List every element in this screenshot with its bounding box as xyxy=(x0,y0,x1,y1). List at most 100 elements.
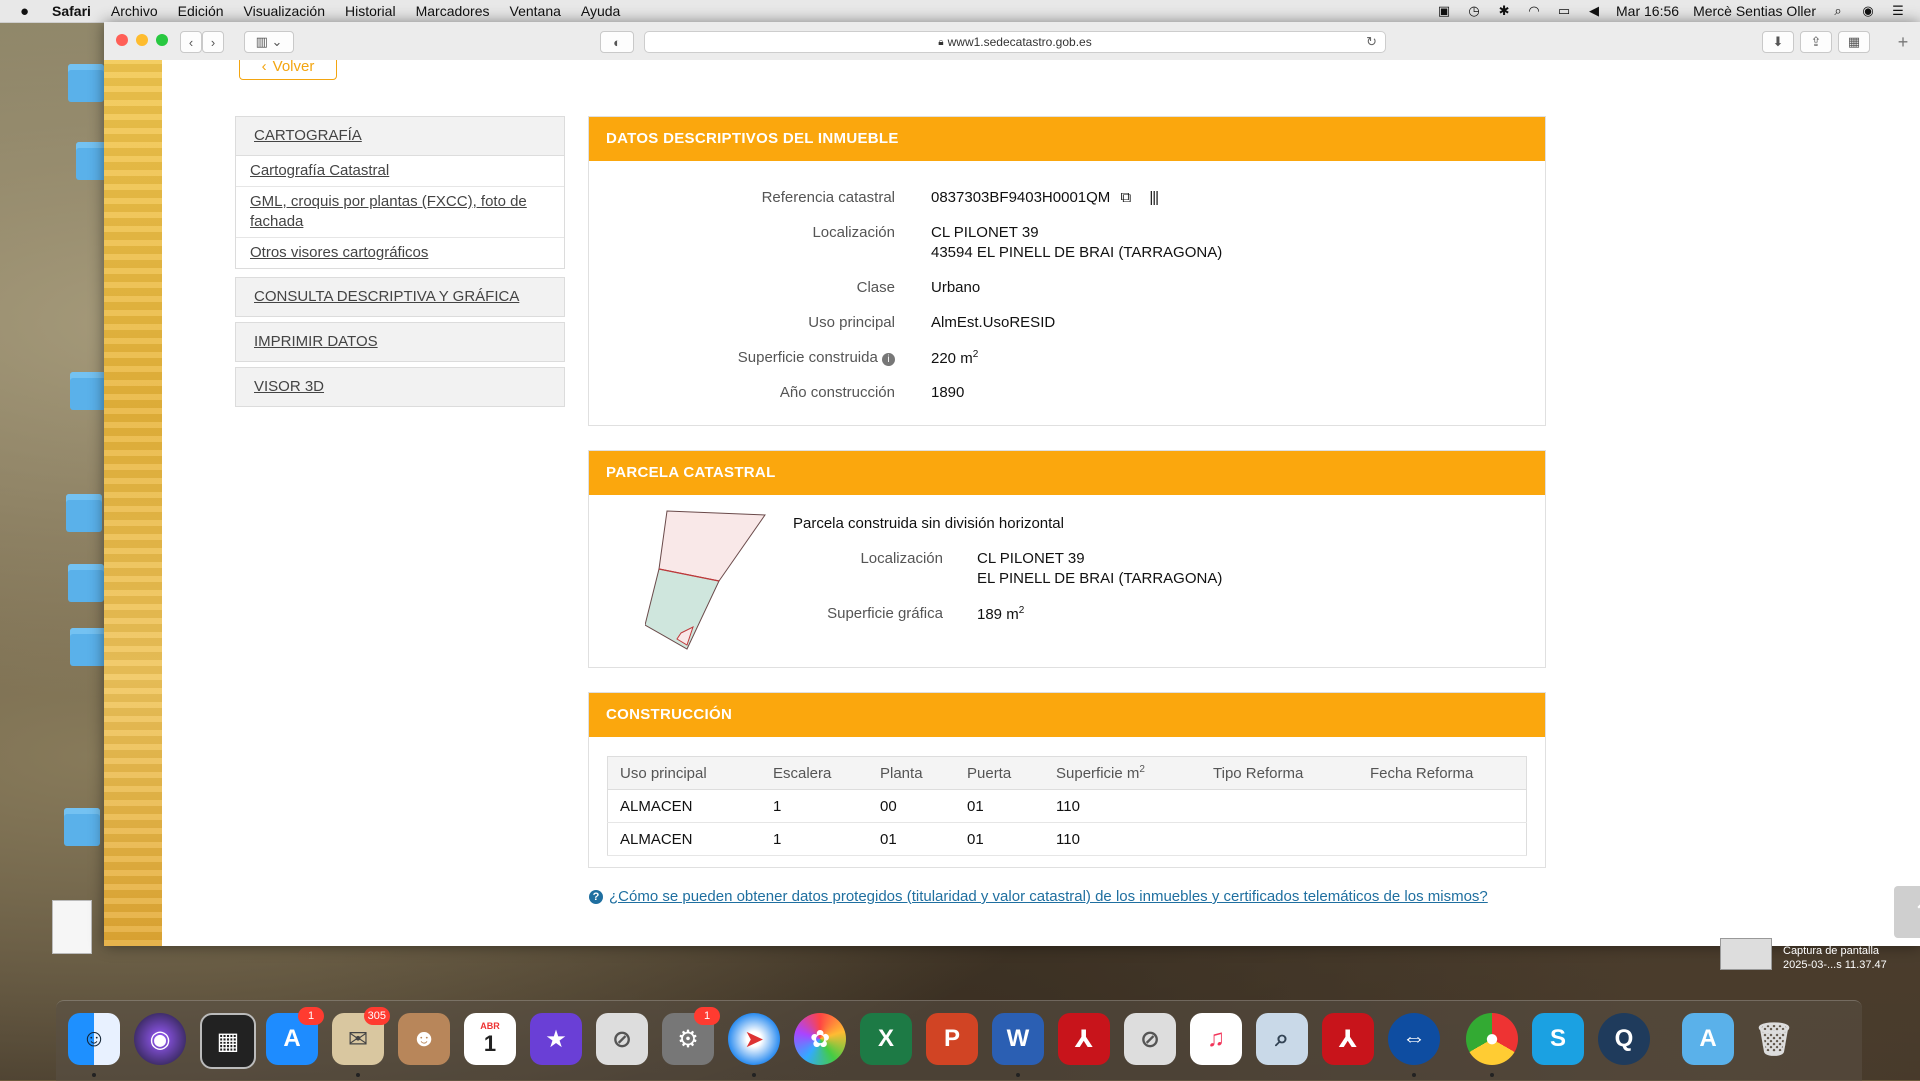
dock-powerpoint-icon[interactable]: P xyxy=(926,1013,978,1065)
dock-trash-icon[interactable]: 🗑︎ xyxy=(1748,1013,1800,1065)
cell-uso: ALMACEN xyxy=(607,789,761,823)
copy-icon[interactable]: ⧉ xyxy=(1120,189,1131,206)
desktop-folder[interactable] xyxy=(70,372,106,410)
dock-safari-icon[interactable]: ➤ xyxy=(728,1013,780,1077)
parcel-upper-area xyxy=(658,510,766,582)
minimize-window-button[interactable] xyxy=(136,34,148,46)
menu-marcadores[interactable]: Marcadores xyxy=(416,3,490,19)
browser-toolbar: ‹ › ▥ ⌄ ◐ 🔒︎ www1.sedecatastro.gob.es ↻ … xyxy=(104,22,1920,61)
running-indicator xyxy=(1412,1073,1416,1077)
dock-blocked-app-icon[interactable]: ⊘ xyxy=(596,1013,648,1065)
zoom-window-button[interactable] xyxy=(156,34,168,46)
dock-quicktime-icon[interactable]: Q xyxy=(1598,1013,1650,1065)
screen-mirror-icon[interactable]: ▣ xyxy=(1436,4,1452,18)
wifi-icon[interactable]: ◠ xyxy=(1526,4,1542,18)
dock-siri-icon[interactable]: ◉ xyxy=(134,1013,186,1065)
tab-overview-button[interactable]: ▦ xyxy=(1838,31,1870,53)
new-tab-button[interactable]: + xyxy=(1892,32,1914,52)
share-button[interactable]: ⇪ xyxy=(1800,31,1832,53)
dock: ☺ ◉ ▦ A1 ✉ 305 ☻ ABR 1 ★ ⊘ ⚙ 1 ➤ ✿ X P W ⅄… xyxy=(56,1000,1862,1081)
info-icon[interactable]: i xyxy=(882,353,895,366)
menu-clock[interactable]: Mar 16:56 xyxy=(1616,3,1679,19)
desktop-folder[interactable] xyxy=(68,64,104,102)
dock-system-preferences-icon[interactable]: ⚙ 1 xyxy=(662,1007,720,1065)
desktop-folder[interactable] xyxy=(70,628,106,666)
running-indicator xyxy=(356,1073,360,1077)
reload-icon[interactable]: ↻ xyxy=(1366,34,1377,50)
forward-button[interactable]: › xyxy=(202,31,224,53)
link-imprimir-datos[interactable]: IMPRIMIR DATOS xyxy=(236,323,564,361)
dock-acrobat-icon[interactable]: ⅄ xyxy=(1058,1013,1110,1065)
dock-skype-icon[interactable]: S xyxy=(1532,1013,1584,1065)
screenshot-file-label[interactable]: Captura de pantalla 2025-03-...s 11.37.4… xyxy=(1783,944,1887,972)
cartografia-heading[interactable]: CARTOGRAFÍA xyxy=(236,117,564,155)
siri-icon[interactable]: ◉ xyxy=(1860,4,1876,18)
address-bar[interactable]: 🔒︎ www1.sedecatastro.gob.es ↻ xyxy=(644,31,1386,53)
dock-photos-icon[interactable]: ✿ xyxy=(794,1013,846,1065)
dock-mail-icon[interactable]: ✉ 305 xyxy=(332,1007,390,1077)
link-gml-croquis[interactable]: GML, croquis por plantas (FXCC), foto de… xyxy=(236,187,564,238)
dock-word-icon[interactable]: W xyxy=(992,1013,1044,1077)
anio-value: 1890 xyxy=(931,384,965,401)
bluetooth-icon[interactable]: ✱ xyxy=(1496,4,1512,18)
link-cartografia-catastral[interactable]: Cartografía Catastral xyxy=(236,156,564,187)
desktop-document-file[interactable] xyxy=(52,900,92,954)
dock-music-icon[interactable]: ♫ xyxy=(1190,1013,1242,1065)
dock-acrobat-reader-icon[interactable]: ⅄ xyxy=(1322,1013,1374,1065)
dock-contacts-icon[interactable]: ☻ xyxy=(398,1013,450,1065)
back-button[interactable]: ‹ xyxy=(180,31,202,53)
referencia-text: 0837303BF9403H0001QM xyxy=(931,189,1111,206)
cell-planta: 00 xyxy=(868,789,955,823)
menu-ventana[interactable]: Ventana xyxy=(510,3,561,19)
downloads-button[interactable]: ⬇ xyxy=(1762,31,1794,53)
dock-calendar-icon[interactable]: ABR 1 xyxy=(464,1013,516,1065)
link-otros-visores[interactable]: Otros visores cartográficos xyxy=(236,238,564,268)
menu-ayuda[interactable]: Ayuda xyxy=(581,3,620,19)
close-window-button[interactable] xyxy=(116,34,128,46)
datos-descriptivos-title: DATOS DESCRIPTIVOS DEL INMUEBLE xyxy=(589,117,1545,161)
menu-edicion[interactable]: Edición xyxy=(178,3,224,19)
cell-uso: ALMACEN xyxy=(607,822,761,856)
datos-protegidos-help-link[interactable]: ? ¿Cómo se pueden obtener datos protegid… xyxy=(589,888,1488,905)
dock-mission-control-icon[interactable]: ▦ xyxy=(200,1013,256,1069)
dock-preview-icon[interactable]: ⌕ xyxy=(1256,1013,1308,1065)
dock-excel-icon[interactable]: X xyxy=(860,1013,912,1065)
desktop-folder[interactable] xyxy=(64,808,100,846)
privacy-report-button[interactable]: ◐ xyxy=(600,31,634,53)
construccion-panel: CONSTRUCCIÓN Uso principal Escalera Plan… xyxy=(588,692,1546,868)
dock-finder-icon[interactable]: ☺ xyxy=(68,1013,120,1077)
back-arrow-icon: ‹ xyxy=(261,60,267,75)
menu-app-name[interactable]: Safari xyxy=(52,3,91,19)
dock-chrome-icon[interactable]: ● xyxy=(1466,1013,1518,1077)
barcode-icon[interactable]: ||| xyxy=(1149,189,1159,206)
label-anio: Año construcción xyxy=(779,384,895,401)
notification-center-icon[interactable]: ☰ xyxy=(1890,4,1906,18)
scroll-to-top-button[interactable]: ⌃ xyxy=(1894,886,1920,938)
dock-app-store-icon[interactable]: A1 xyxy=(266,1007,324,1065)
cell-escalera: 1 xyxy=(761,822,868,856)
menu-historial[interactable]: Historial xyxy=(345,3,396,19)
label-parcela-localizacion: Localización xyxy=(860,550,943,567)
cell-superficie: 110 xyxy=(1044,789,1201,823)
desktop-folder[interactable] xyxy=(66,494,102,532)
apple-menu-icon[interactable]: ● xyxy=(20,3,38,20)
link-visor-3d[interactable]: VISOR 3D xyxy=(236,368,564,406)
link-consulta-descriptiva[interactable]: CONSULTA DESCRIPTIVA Y GRÁFICA xyxy=(236,278,564,316)
menu-visualizacion[interactable]: Visualización xyxy=(244,3,325,19)
dock-teamviewer-icon[interactable]: ⇔ xyxy=(1388,1013,1440,1077)
parcel-map-thumbnail[interactable] xyxy=(645,507,775,657)
dock-imovie-icon[interactable]: ★ xyxy=(530,1013,582,1065)
screenshot-file-thumbnail[interactable] xyxy=(1720,938,1772,970)
spotlight-search-icon[interactable]: ⌕ xyxy=(1830,4,1846,18)
battery-icon[interactable]: ▭ xyxy=(1556,4,1572,18)
desktop-folder[interactable] xyxy=(68,564,104,602)
menu-user-name[interactable]: Mercè Sentias Oller xyxy=(1693,3,1816,19)
menu-archivo[interactable]: Archivo xyxy=(111,3,158,19)
volver-button[interactable]: ‹ Volver xyxy=(239,60,337,80)
dock-blocked-app-2-icon[interactable]: ⊘ xyxy=(1124,1013,1176,1065)
cell-tipo-reforma xyxy=(1201,789,1358,823)
volume-icon[interactable]: ◀ xyxy=(1586,4,1602,18)
dock-applications-folder-icon[interactable]: A xyxy=(1682,1013,1734,1065)
time-machine-icon[interactable]: ◷ xyxy=(1466,4,1482,18)
sidebar-toggle-button[interactable]: ▥ ⌄ xyxy=(244,31,294,53)
